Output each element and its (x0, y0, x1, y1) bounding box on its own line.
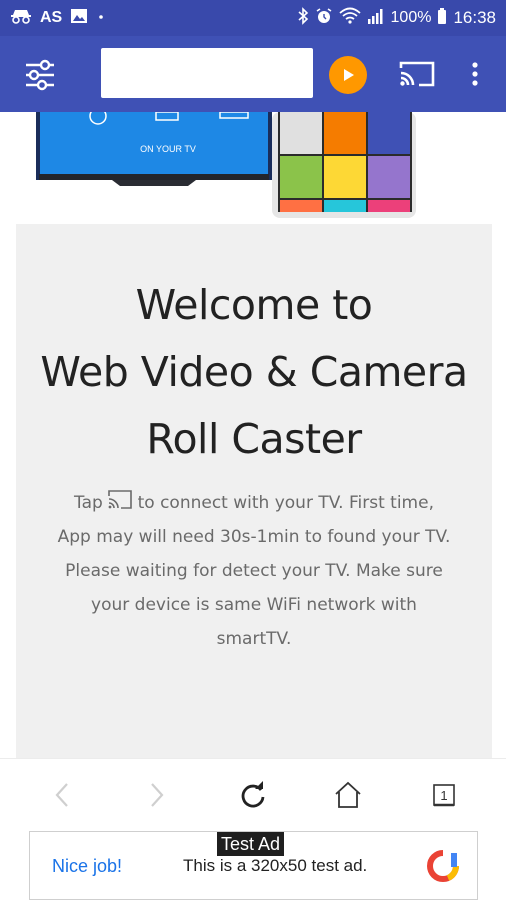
battery-percent: 100% (390, 9, 432, 26)
welcome-instructions: Tap to connect with your TV. First time,… (36, 486, 472, 656)
instruction-prefix: Tap (74, 493, 103, 513)
more-menu-icon[interactable] (463, 56, 487, 92)
instruction-line: App may will need 30s-1min to found your… (57, 527, 451, 547)
alarm-icon (315, 7, 333, 29)
admob-logo-icon (424, 849, 462, 883)
forward-button[interactable] (141, 779, 173, 811)
instruction-line: Tap to connect with your TV. First time, (36, 486, 472, 520)
instruction-line: Please waiting for detect your TV. Make … (65, 561, 443, 581)
battery-icon (437, 7, 447, 29)
promo-illustration: ON YOUR TV (16, 112, 492, 224)
signal-icon (367, 7, 385, 29)
app-toolbar (0, 36, 506, 112)
instruction-rest: to connect with your TV. First time, (137, 493, 434, 513)
tabs-button[interactable]: 1 (428, 779, 460, 811)
tab-count: 1 (440, 788, 447, 803)
home-icon (335, 781, 361, 808)
ad-nice-job[interactable]: Nice job! (52, 856, 122, 877)
notification-dot-icon (96, 8, 106, 28)
tabs-icon: 1 (433, 784, 455, 807)
ad-text: This is a 320x50 test ad. (183, 856, 368, 875)
gallery-icon (70, 8, 88, 28)
play-button[interactable] (329, 56, 367, 94)
bluetooth-icon (297, 7, 309, 29)
cast-icon[interactable] (399, 60, 435, 88)
welcome-card: Welcome to Web Video & Camera Roll Caste… (16, 224, 492, 758)
tv-label: ON YOUR TV (140, 144, 196, 154)
test-ad-tag: Test Ad (217, 832, 285, 856)
browser-nav-bar: 1 (0, 758, 506, 830)
welcome-title-line: Web Video & Camera (40, 348, 468, 396)
reload-button[interactable] (237, 779, 269, 811)
home-button[interactable] (332, 779, 364, 811)
back-button[interactable] (46, 779, 78, 811)
instruction-line: your device is same WiFi network with (91, 595, 417, 615)
refresh-icon (241, 781, 265, 808)
settings-sliders-icon[interactable] (22, 58, 58, 92)
chevron-right-icon (151, 783, 164, 807)
incognito-icon (10, 8, 32, 28)
wifi-icon (338, 7, 361, 29)
status-right: 100% 16:38 (297, 7, 496, 29)
instruction-line: smartTV. (216, 629, 292, 649)
status-left: AS (10, 8, 106, 28)
chevron-left-icon (55, 783, 68, 807)
cast-icon (108, 488, 133, 509)
web-content[interactable]: ON YOUR TV Welcome to Web Video & Camera… (0, 112, 506, 758)
status-bar: AS 100% 16:38 (0, 0, 506, 36)
play-icon (344, 69, 354, 81)
status-left-text: AS (40, 9, 63, 26)
welcome-title: Welcome to Web Video & Camera Roll Caste… (16, 272, 492, 473)
welcome-title-line: Roll Caster (146, 415, 362, 463)
status-time: 16:38 (453, 8, 496, 27)
url-input[interactable] (101, 48, 313, 98)
welcome-title-line: Welcome to (135, 281, 373, 329)
